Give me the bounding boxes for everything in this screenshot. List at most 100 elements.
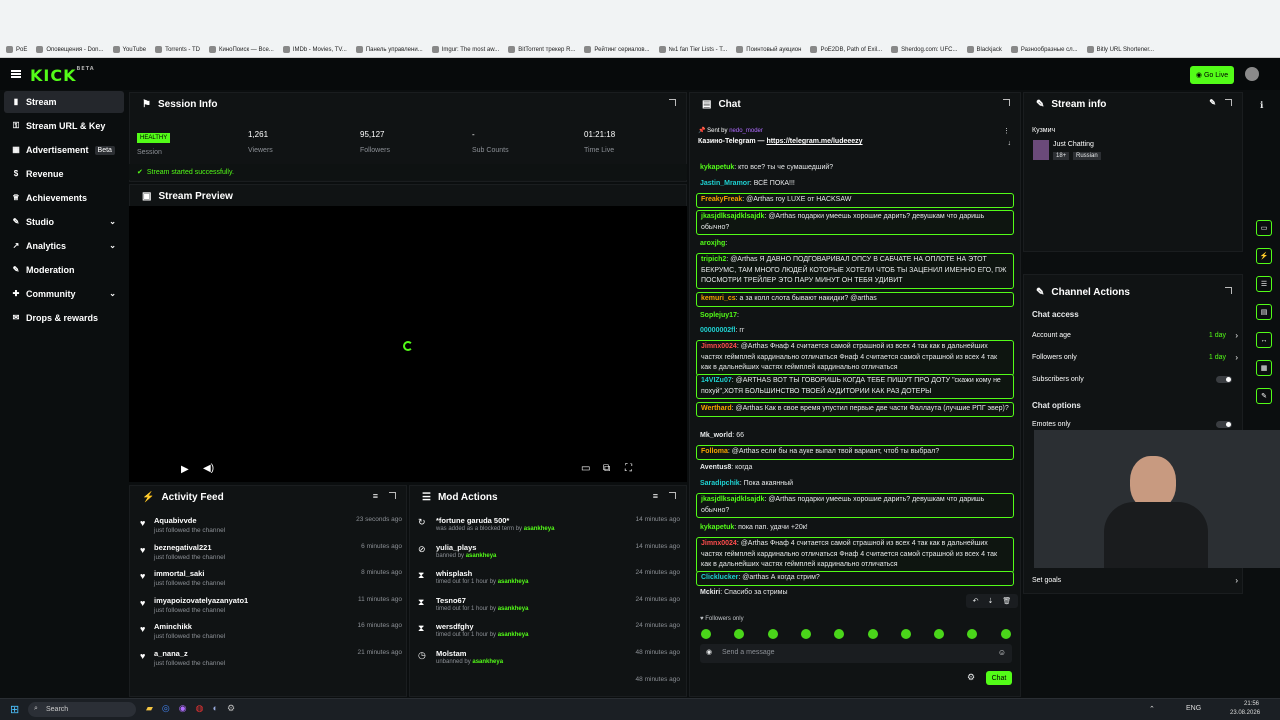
user-avatar[interactable]	[1245, 67, 1259, 81]
chat-username[interactable]: aroxjhg	[700, 240, 725, 247]
mod-target[interactable]: yulia_plays	[436, 543, 476, 552]
settings-icon[interactable]: ⚙	[227, 703, 235, 714]
kick-logo[interactable]: KICKBETA	[30, 66, 95, 85]
chrome-icon[interactable]: ◎	[162, 703, 170, 714]
chat-username[interactable]: tripich2	[701, 256, 726, 263]
chat-username[interactable]: kykapetuk	[700, 524, 734, 531]
mod-target[interactable]: wersdfghy	[436, 622, 474, 631]
chat-username[interactable]: Saradipchik	[700, 480, 740, 487]
chat-username[interactable]: jkasjdlksajdklsajdk	[701, 213, 764, 220]
bookmark-item[interactable]: Torrents - TD	[155, 46, 200, 53]
pip-icon[interactable]: ⧉	[603, 463, 610, 474]
send-chat-button[interactable]: Chat	[986, 671, 1012, 685]
sidebar-item-analytics[interactable]: ↗ Analytics ⌄	[4, 235, 124, 257]
collapse-icon[interactable]: ↓	[1008, 140, 1012, 147]
rail-panel-button[interactable]: ↔	[1256, 332, 1272, 348]
sidebar-item-studio[interactable]: ✎ Studio ⌄	[4, 211, 124, 233]
popout-icon[interactable]	[669, 99, 676, 106]
chat-username[interactable]: kemuri_cs	[701, 295, 736, 302]
bookmark-item[interactable]: Рейтинг сериалов...	[584, 46, 650, 53]
pinned-mod-name[interactable]: nedo_moder	[729, 128, 763, 134]
chat-username[interactable]: Mckiri	[700, 589, 720, 596]
badge-icon[interactable]: ◉	[706, 648, 712, 656]
bookmark-item[interactable]: YouTube	[112, 46, 146, 53]
menu-icon[interactable]	[11, 70, 21, 78]
set-goals-row[interactable]: Set goals ›	[1032, 576, 1238, 585]
bookmark-item[interactable]: Поинтовый аукцион	[736, 46, 801, 53]
bookmark-item[interactable]: Imgur: The most aw...	[431, 46, 499, 53]
chat-username[interactable]: Mk_world	[700, 432, 732, 439]
emotes-only-toggle[interactable]	[1216, 421, 1232, 428]
emote-icon[interactable]	[734, 629, 745, 639]
sidebar-item-stream[interactable]: ▮ Stream	[4, 91, 124, 113]
emotes-only-row[interactable]: Emotes only	[1032, 421, 1238, 428]
emoji-icon[interactable]: ☺	[998, 648, 1006, 657]
fullscreen-icon[interactable]: ⛶	[625, 463, 632, 474]
emote-icon[interactable]	[900, 629, 911, 639]
chat-username[interactable]: jkasjdlksajdklsajdk	[701, 496, 764, 503]
go-live-button[interactable]: ◉ Go Live	[1190, 66, 1234, 84]
language-indicator[interactable]: ENG	[1186, 705, 1201, 712]
bookmark-item[interactable]: №1 fan Tier Lists - T...	[658, 46, 727, 53]
pinned-link[interactable]: https://telegram.me/ludeeezy	[766, 138, 862, 145]
sidebar-item-community[interactable]: ✚ Community ⌄	[4, 283, 124, 305]
bookmark-item[interactable]: Blackjack	[966, 46, 1002, 53]
mod-target[interactable]: Molstam	[436, 649, 466, 658]
sidebar-item-stream-url-key[interactable]: ⚿ Stream URL & Key	[4, 115, 124, 137]
windows-start-icon[interactable]: ⊞	[10, 703, 19, 716]
filter-icon[interactable]: ≡	[373, 491, 378, 501]
bookmark-item[interactable]: Bitly URL Shortener...	[1086, 46, 1154, 53]
obs-icon[interactable]: ◍	[196, 703, 204, 714]
volume-icon[interactable]: ◀)	[203, 463, 214, 474]
bookmark-item[interactable]: Оповещения - Don...	[36, 46, 104, 53]
bookmark-item[interactable]: КиноПоиск — Все...	[209, 46, 274, 53]
chat-username[interactable]: Clicklucker	[701, 574, 738, 581]
bookmark-item[interactable]: PoE	[6, 46, 27, 53]
trash-icon[interactable]: 🗑	[1002, 597, 1011, 605]
taskbar-search[interactable]: ⌕ Search	[28, 702, 136, 717]
rail-panel-button[interactable]: ✎	[1256, 388, 1272, 404]
discord-icon[interactable]: ◉	[179, 703, 187, 714]
theater-icon[interactable]: ▭	[581, 463, 590, 474]
sidebar-item-advertisement[interactable]: ▦ Advertisement Beta	[4, 139, 124, 161]
chevron-down-icon[interactable]: ⌄	[109, 217, 116, 226]
edit-icon[interactable]: ✎	[1209, 98, 1216, 107]
clock-date[interactable]: 23.08.2026	[1230, 710, 1260, 716]
follower-name[interactable]: immortal_saki	[154, 569, 204, 578]
popout-icon[interactable]	[1003, 99, 1010, 106]
follower-name[interactable]: beznegatival221	[154, 543, 212, 552]
chat-username[interactable]: kykapetuk	[700, 164, 734, 171]
popout-icon[interactable]	[1225, 287, 1232, 294]
sidebar-item-moderation[interactable]: ✎ Moderation	[4, 259, 124, 281]
chat-username[interactable]: Jimnx0024	[701, 540, 737, 547]
sidebar-item-revenue[interactable]: $ Revenue	[4, 163, 124, 185]
chat-username[interactable]: Werthard	[701, 405, 732, 412]
info-icon[interactable]: ℹ	[1260, 100, 1263, 111]
emote-icon[interactable]	[1000, 629, 1011, 639]
bookmark-item[interactable]: Разнообразные сл...	[1010, 46, 1078, 53]
chat-username[interactable]: 00000002fl	[700, 327, 735, 334]
follower-name[interactable]: Aminchikk	[154, 622, 192, 631]
undo-icon[interactable]: ↶	[973, 597, 979, 605]
bookmark-item[interactable]: IMDb - Movies, TV...	[282, 46, 347, 53]
popout-icon[interactable]	[1225, 99, 1232, 106]
chat-username[interactable]: Jimnx0024	[701, 343, 737, 350]
sidebar-item-drops-rewards[interactable]: ✉ Drops & rewards	[4, 307, 124, 329]
emote-icon[interactable]	[867, 629, 878, 639]
chat-username[interactable]: Folloma	[701, 448, 728, 455]
mod-target[interactable]: *fortune garuda 500*	[436, 516, 509, 525]
emote-icon[interactable]	[701, 629, 711, 639]
rail-panel-button[interactable]: ⚡	[1256, 248, 1272, 264]
rail-panel-button[interactable]: ▦	[1256, 360, 1272, 376]
rail-panel-button[interactable]: ☰	[1256, 276, 1272, 292]
stream-preview-video[interactable]: ▶ ◀) ▭ ⧉ ⛶	[129, 206, 687, 482]
moderator-name[interactable]: asankheya	[498, 632, 529, 638]
chat-username[interactable]: 14VIZu07	[701, 377, 732, 384]
chat-username[interactable]: Aventus8	[700, 464, 731, 471]
chat-username[interactable]: Jastin_Mramor	[700, 180, 750, 187]
play-icon[interactable]: ▶	[181, 464, 189, 475]
follower-name[interactable]: Aquabivvde	[154, 516, 197, 525]
emote-icon[interactable]	[800, 629, 811, 639]
emote-icon[interactable]	[934, 629, 945, 639]
popout-icon[interactable]	[669, 492, 676, 499]
